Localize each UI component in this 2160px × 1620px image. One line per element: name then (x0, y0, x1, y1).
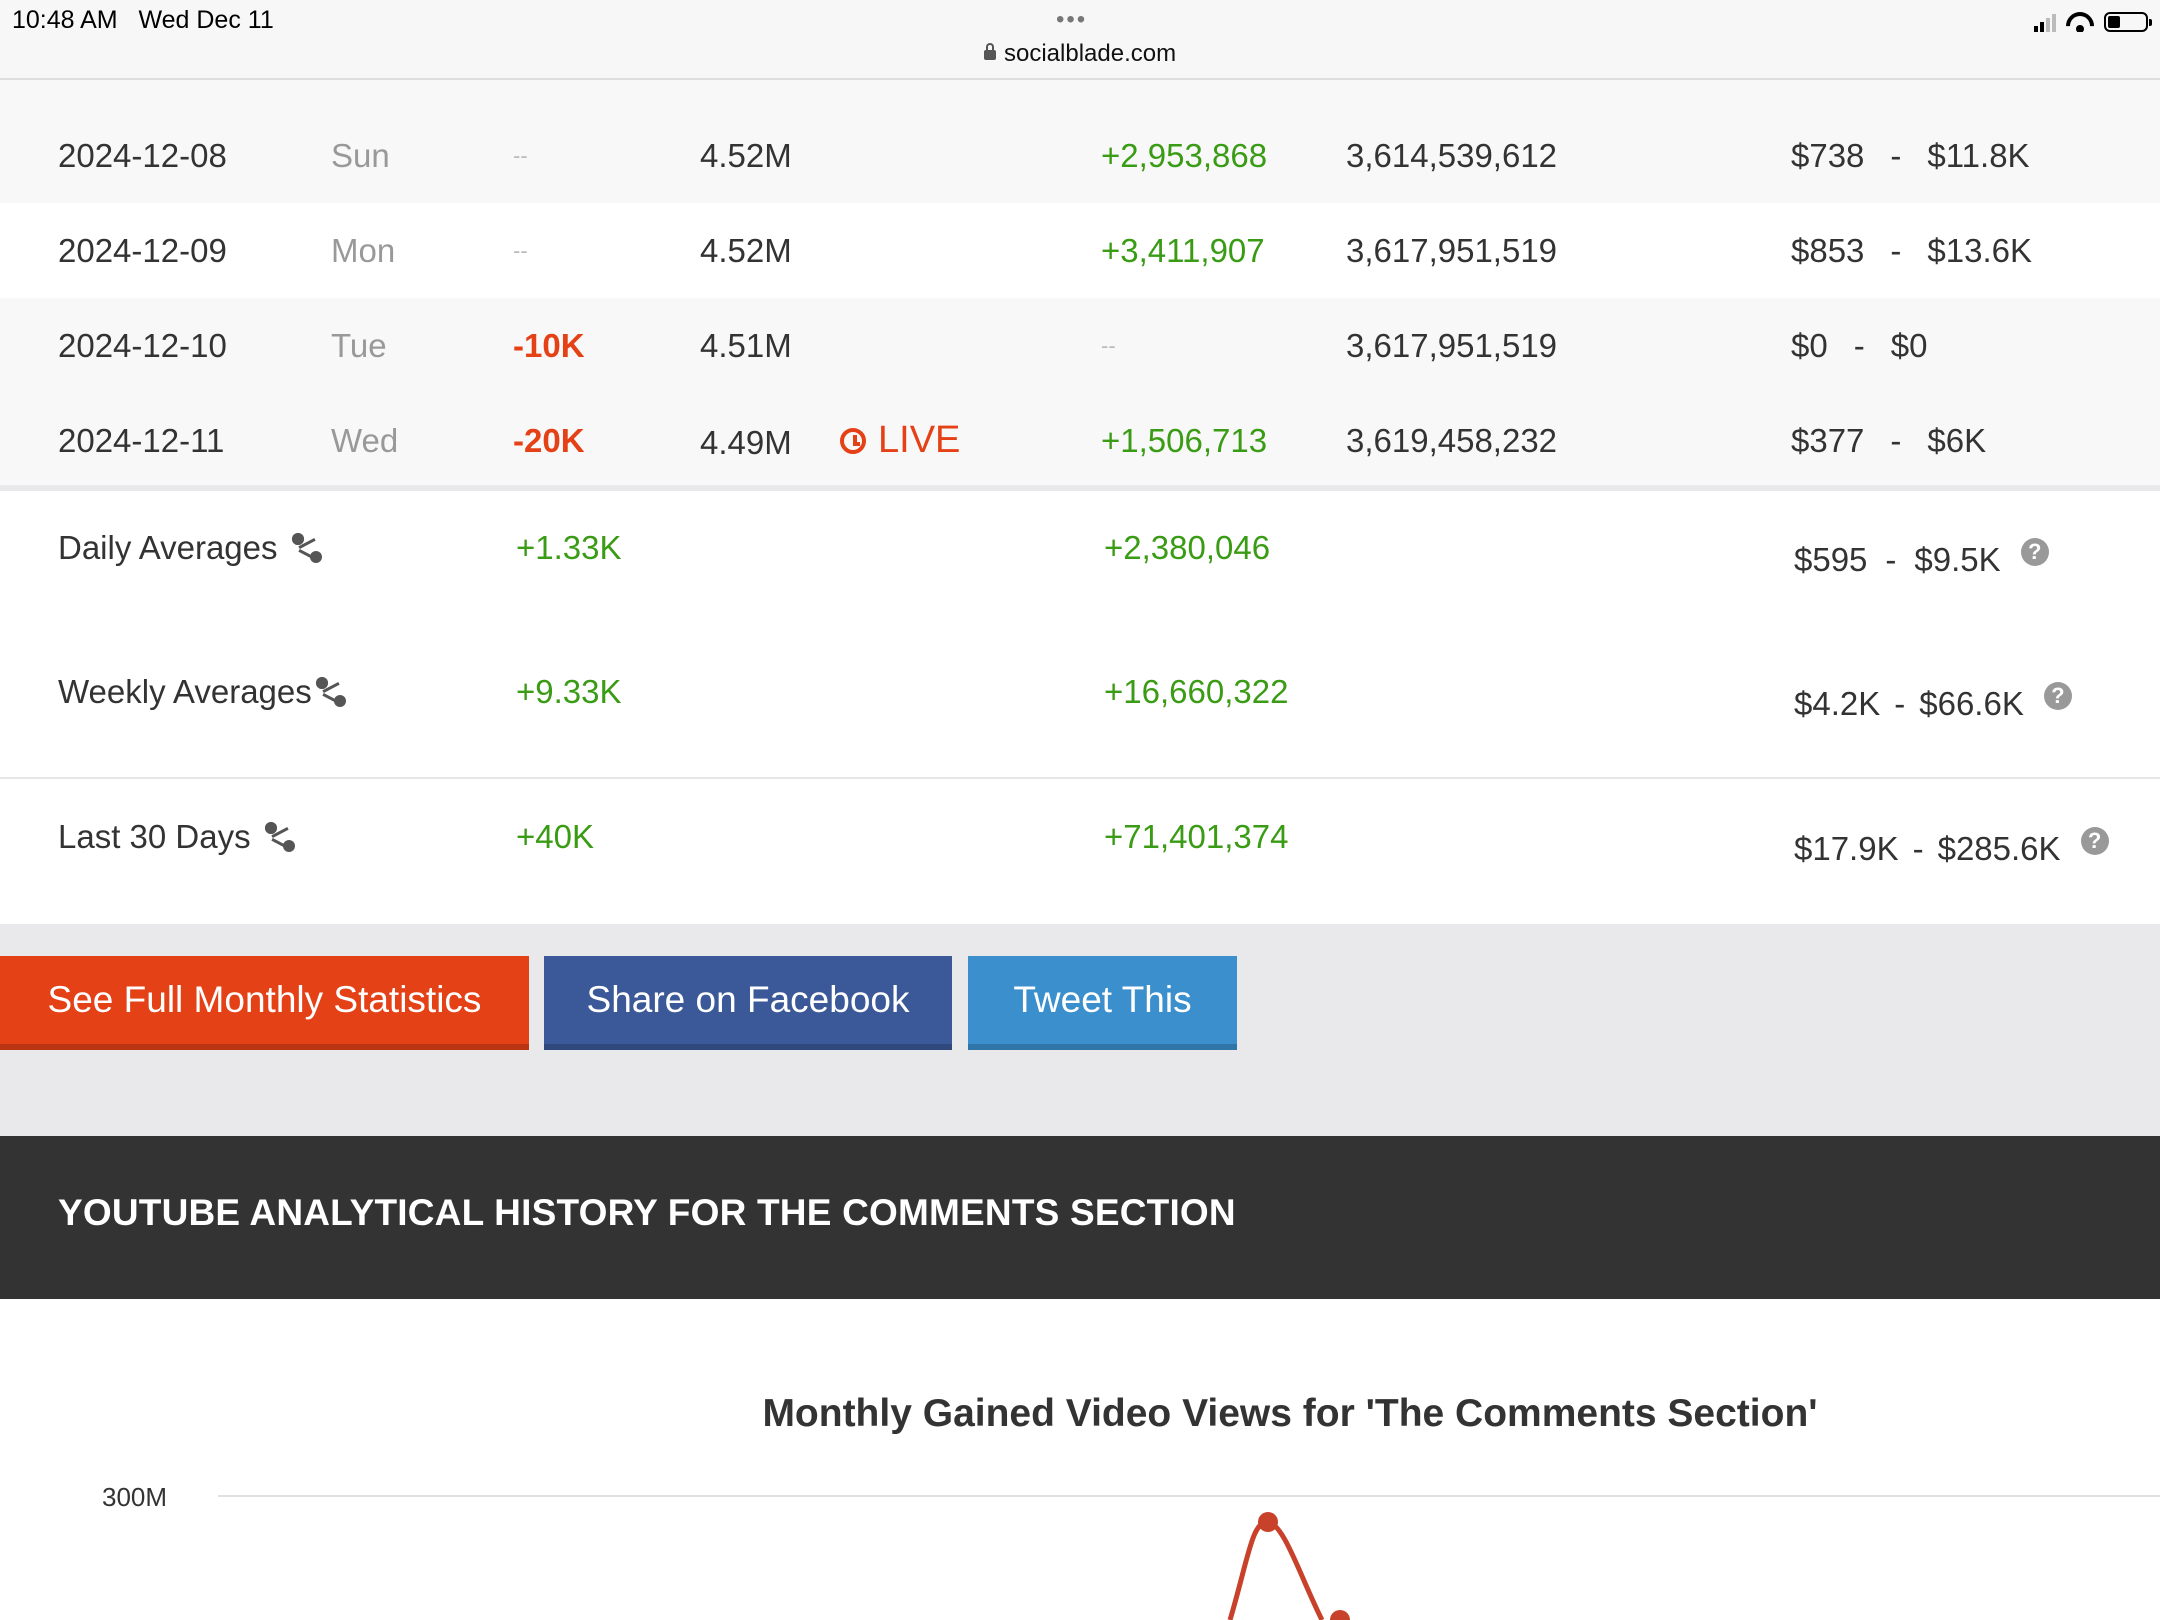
help-icon[interactable]: ? (2043, 682, 2072, 710)
lock-icon (984, 43, 996, 60)
monthly-views-chart (218, 1495, 2160, 1620)
section-title: YOUTUBE ANALYTICAL HISTORY FOR THE COMME… (58, 1192, 1236, 1233)
row-views-total: 3,614,539,612 (1346, 137, 1558, 174)
row-views-change: +3,411,907 (1101, 232, 1265, 269)
help-icon[interactable]: ? (2020, 538, 2049, 566)
tab-dots-menu[interactable]: ••• (1056, 6, 1087, 34)
averages-label: Weekly Averages (58, 673, 346, 711)
data-point (1330, 1610, 1350, 1620)
row-earnings: $853- $13.6K (1791, 232, 2033, 269)
battery-icon (2104, 12, 2152, 32)
averages-earnings: $595- $9.5K? (1794, 538, 2049, 579)
table-row: 2024-12-09 Mon -- 4.52M +3,411,907 3,617… (0, 203, 2160, 299)
table-row: 2024-12-11 Wed -20K 4.49M LIVE +1,506,71… (0, 393, 2160, 489)
row-day: Tue (331, 327, 387, 364)
section-header: YOUTUBE ANALYTICAL HISTORY FOR THE COMME… (0, 1136, 2160, 1299)
row-subs-change: -- (513, 143, 528, 168)
signal-icon (2034, 14, 2056, 32)
row-earnings: $738- $11.8K (1791, 137, 2030, 174)
weekly-averages-row: Weekly Averages +9.33K +16,660,322 $4.2K… (0, 633, 2160, 777)
row-subs-total: 4.49M (700, 424, 792, 461)
chart-title: Monthly Gained Video Views for 'The Comm… (762, 1392, 1818, 1435)
averages-views: +16,660,322 (1104, 673, 1289, 710)
share-icon[interactable] (264, 822, 295, 852)
row-date: 2024-12-09 (58, 232, 227, 269)
daily-averages-row: Daily Averages +1.33K +2,380,046 $595- $9… (0, 491, 2160, 633)
share-icon[interactable] (291, 533, 322, 563)
row-views-change: -- (1101, 333, 1116, 358)
row-views-total: 3,617,951,519 (1346, 327, 1558, 364)
clock-icon (840, 428, 866, 454)
see-full-monthly-statistics-button[interactable]: See Full Monthly Statistics (0, 956, 529, 1050)
table-header-gap (0, 80, 2160, 109)
row-day: Mon (331, 232, 396, 269)
averages-label: Daily Averages (58, 529, 322, 567)
row-day: Sun (331, 137, 390, 174)
row-subs-change: -10K (513, 327, 585, 364)
row-earnings: $0- $0 (1791, 327, 1928, 364)
system-icons (2034, 8, 2152, 32)
row-subs-change: -20K (513, 422, 585, 459)
row-views-change: +1,506,713 (1101, 422, 1268, 459)
row-day: Wed (331, 422, 399, 459)
status-time: 10:48 AM Wed Dec 11 (12, 6, 274, 34)
wifi-icon (2066, 12, 2094, 32)
address-bar[interactable]: socialblade.com (984, 40, 1176, 68)
help-icon[interactable]: ? (2080, 827, 2109, 855)
row-date: 2024-12-08 (58, 137, 227, 174)
row-earnings: $377- $6K (1791, 422, 1987, 459)
data-point (1258, 1512, 1278, 1532)
row-subs-total: 4.52M (700, 232, 792, 269)
row-date: 2024-12-10 (58, 327, 227, 364)
row-views-change: +2,953,868 (1101, 137, 1268, 174)
share-icon[interactable] (315, 677, 346, 707)
row-subs-total: 4.52M (700, 137, 792, 174)
averages-views: +71,401,374 (1104, 818, 1289, 855)
url-text: socialblade.com (1004, 40, 1177, 67)
tweet-this-button[interactable]: Tweet This (968, 956, 1237, 1050)
series-line (1227, 1519, 1325, 1620)
averages-subs: +9.33K (516, 673, 622, 710)
table-row: 2024-12-10 Tue -10K 4.51M -- 3,617,951,5… (0, 298, 2160, 394)
row-views-total: 3,619,458,232 (1346, 422, 1558, 459)
averages-earnings: $17.9K - $285.6K? (1794, 827, 2109, 868)
share-on-facebook-button[interactable]: Share on Facebook (544, 956, 952, 1050)
averages-views: +2,380,046 (1104, 529, 1271, 566)
row-subs-total: 4.51M (700, 327, 792, 364)
last-30-days-row: Last 30 Days +40K +71,401,374 $17.9K - $28… (0, 779, 2160, 924)
table-row: 2024-12-08 Sun -- 4.52M +2,953,868 3,614… (0, 108, 2160, 204)
averages-label: Last 30 Days (58, 818, 295, 856)
row-date: 2024-12-11 (58, 422, 225, 459)
averages-subs: +40K (516, 818, 594, 855)
averages-subs: +1.33K (516, 529, 622, 566)
averages-earnings: $4.2K - $66.6K? (1794, 682, 2072, 723)
live-indicator[interactable]: LIVE (840, 393, 960, 488)
action-buttons-area: See Full Monthly Statistics Share on Fac… (0, 924, 2160, 1136)
row-subs-change: -- (513, 238, 528, 263)
status-bar: 10:48 AM Wed Dec 11 ••• socialblade.com (0, 0, 2160, 80)
row-views-total: 3,617,951,519 (1346, 232, 1558, 269)
